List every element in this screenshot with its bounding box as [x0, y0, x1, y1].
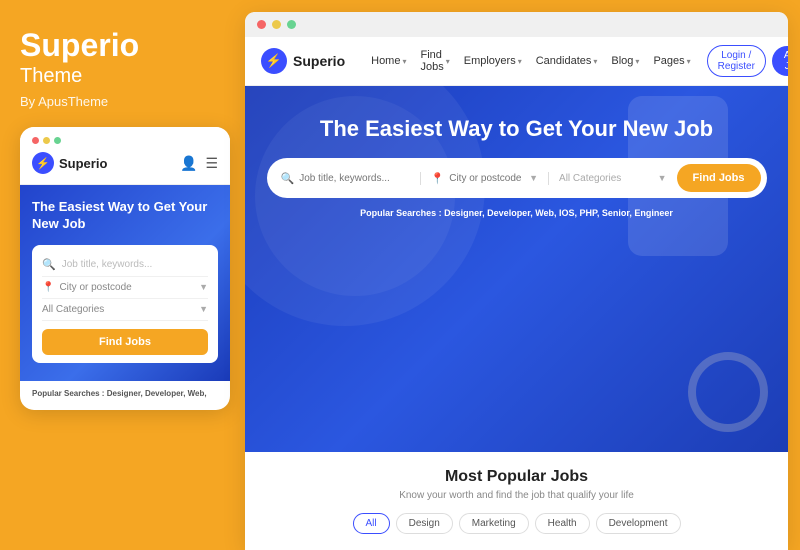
site-nav-pages[interactable]: Pages ▾: [647, 45, 696, 77]
site-nav-home-caret: ▾: [402, 57, 406, 66]
site-nav-blog-label: Blog: [611, 55, 633, 67]
mobile-popular-label: Popular Searches :: [32, 389, 104, 398]
brand-name: Superio: [20, 28, 225, 63]
below-hero-title: Most Popular Jobs: [265, 468, 768, 486]
site-nav-blog-caret: ▾: [635, 57, 639, 66]
mobile-category-arrow: ▼: [199, 304, 208, 314]
hero-search-bar: 🔍 📍 ▼ All Categories ▼ Find Jobs: [267, 158, 767, 198]
browser-window: ⚡ Superio Home ▾ Find Jobs ▾ Employers ▾…: [245, 12, 788, 550]
hero-location-arrow: ▼: [529, 173, 538, 183]
site-below-hero: Most Popular Jobs Know your worth and fi…: [245, 452, 788, 550]
site-nav-pages-label: Pages: [653, 55, 684, 67]
hero-location-input[interactable]: [449, 173, 524, 184]
mobile-logo-icon: ⚡: [32, 152, 54, 174]
add-job-button[interactable]: Add Job: [772, 46, 788, 76]
mobile-search-icon: 🔍: [42, 258, 56, 271]
site-nav-employers-caret: ▾: [518, 57, 522, 66]
tag-development[interactable]: Development: [596, 513, 681, 534]
hero-category-arrow: ▼: [658, 173, 667, 183]
mobile-nav-bar: ⚡ Superio 👤 ☰: [20, 152, 230, 185]
site-nav-employers[interactable]: Employers ▾: [458, 45, 528, 77]
site-nav-home-label: Home: [371, 55, 400, 67]
website-content: ⚡ Superio Home ▾ Find Jobs ▾ Employers ▾…: [245, 37, 788, 550]
browser-dot-yellow: [272, 20, 281, 29]
site-nav-home[interactable]: Home ▾: [365, 45, 412, 77]
browser-chrome: [245, 12, 788, 37]
site-nav-links: Home ▾ Find Jobs ▾ Employers ▾ Candidate…: [365, 45, 697, 77]
mobile-popular-items: Designer, Developer, Web,: [107, 389, 207, 398]
mobile-top-bar: [20, 127, 230, 152]
hero-location-icon: 📍: [431, 172, 445, 185]
site-nav-blog[interactable]: Blog ▾: [605, 45, 645, 77]
hero-find-jobs-button[interactable]: Find Jobs: [677, 164, 761, 192]
hero-title: The Easiest Way to Get Your New Job: [320, 116, 713, 142]
below-hero-tags: All Design Marketing Health Development: [265, 513, 768, 534]
tag-design[interactable]: Design: [396, 513, 453, 534]
site-nav-pages-caret: ▾: [687, 57, 691, 66]
hero-search-input[interactable]: [299, 173, 409, 184]
mobile-location-icon: 📍: [42, 282, 54, 293]
login-register-button[interactable]: Login / Register: [707, 45, 766, 77]
mobile-search-placeholder: Job title, keywords...: [62, 259, 153, 270]
site-nav-candidates[interactable]: Candidates ▾: [530, 45, 604, 77]
hero-search-icon: 🔍: [281, 172, 295, 185]
site-nav: ⚡ Superio Home ▾ Find Jobs ▾ Employers ▾…: [245, 37, 788, 86]
left-panel: Superio Theme By ApusTheme ⚡ Superio 👤 ☰…: [0, 0, 245, 550]
site-nav-find-jobs[interactable]: Find Jobs ▾: [414, 45, 455, 77]
mobile-mockup: ⚡ Superio 👤 ☰ The Easiest Way to Get You…: [20, 127, 230, 410]
hero-location-field: 📍 ▼: [421, 172, 550, 185]
brand-title: Superio Theme By ApusTheme: [20, 28, 225, 127]
mobile-location-row: 📍 City or postcode ▼: [42, 277, 208, 299]
site-nav-candidates-label: Candidates: [536, 55, 592, 67]
site-nav-actions: Login / Register Add Job: [707, 45, 788, 77]
below-hero-subtitle: Know your worth and find the job that qu…: [265, 490, 768, 501]
mobile-menu-icon: ☰: [205, 155, 218, 172]
hero-search-field: 🔍: [281, 172, 421, 185]
hero-category-text: All Categories: [559, 173, 653, 184]
mobile-dot-red: [32, 137, 39, 144]
site-logo-text: Superio: [293, 53, 345, 69]
hero-popular-label: Popular Searches :: [360, 208, 442, 218]
mobile-hero: The Easiest Way to Get Your New Job 🔍 Jo…: [20, 185, 230, 381]
mobile-search-row: 🔍 Job title, keywords...: [42, 253, 208, 277]
mobile-find-jobs-button[interactable]: Find Jobs: [42, 329, 208, 355]
site-hero: The Easiest Way to Get Your New Job 🔍 📍 …: [245, 86, 788, 452]
site-nav-find-jobs-caret: ▾: [446, 57, 450, 66]
tag-health[interactable]: Health: [535, 513, 590, 534]
mobile-location-text: City or postcode: [59, 282, 131, 293]
site-nav-candidates-caret: ▾: [593, 57, 597, 66]
hero-magnifier-graphic: [688, 352, 768, 432]
tag-marketing[interactable]: Marketing: [459, 513, 529, 534]
mobile-location-arrow: ▼: [199, 282, 208, 292]
mobile-dot-green: [54, 137, 61, 144]
mobile-nav-icons: 👤 ☰: [180, 155, 218, 172]
mobile-popular: Popular Searches : Designer, Developer, …: [20, 381, 230, 398]
mobile-category-text: All Categories: [42, 304, 104, 315]
brand-subtitle: Theme: [20, 65, 225, 88]
brand-by: By ApusTheme: [20, 94, 225, 109]
mobile-user-icon: 👤: [180, 155, 197, 172]
site-logo-icon: ⚡: [261, 48, 287, 74]
hero-popular-items: Designer, Developer, Web, IOS, PHP, Seni…: [444, 208, 673, 218]
tag-all[interactable]: All: [353, 513, 390, 534]
browser-dot-red: [257, 20, 266, 29]
mobile-logo-area: ⚡ Superio: [32, 152, 107, 174]
hero-category-field: All Categories ▼: [549, 173, 677, 184]
mobile-dots: [32, 137, 61, 144]
hero-popular: Popular Searches : Designer, Developer, …: [360, 208, 673, 218]
site-logo-area: ⚡ Superio: [261, 48, 345, 74]
mobile-hero-title: The Easiest Way to Get Your New Job: [32, 199, 218, 233]
browser-dot-green: [287, 20, 296, 29]
mobile-logo-text: Superio: [59, 156, 107, 171]
mobile-search-box: 🔍 Job title, keywords... 📍 City or postc…: [32, 245, 218, 363]
mobile-dot-yellow: [43, 137, 50, 144]
site-nav-find-jobs-label: Find Jobs: [420, 49, 443, 73]
site-nav-employers-label: Employers: [464, 55, 516, 67]
mobile-category-row: All Categories ▼: [42, 299, 208, 321]
